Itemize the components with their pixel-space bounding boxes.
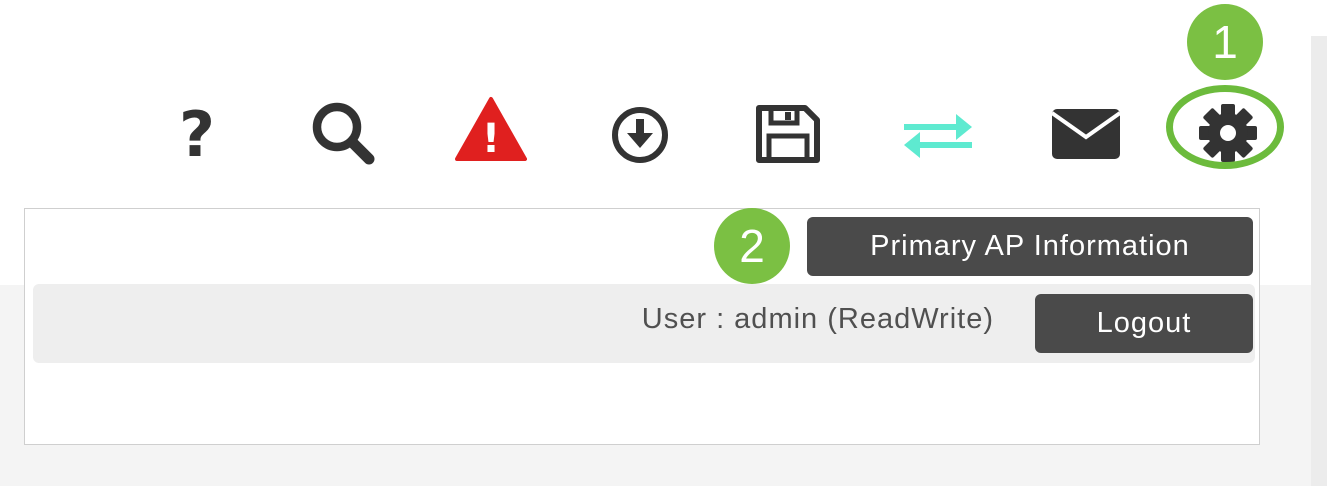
sync-icon[interactable] bbox=[900, 110, 976, 160]
search-icon[interactable] bbox=[308, 98, 378, 168]
alert-icon[interactable]: ! bbox=[455, 96, 527, 162]
help-icon[interactable]: ? bbox=[172, 100, 222, 164]
user-role-text: User : admin (ReadWrite) bbox=[641, 303, 994, 335]
svg-text:!: ! bbox=[482, 116, 500, 162]
step-2-callout: 2 bbox=[714, 208, 790, 284]
page-scrollbar[interactable] bbox=[1311, 36, 1327, 486]
gear-highlight-ring bbox=[1166, 85, 1284, 169]
mail-icon[interactable] bbox=[1050, 107, 1122, 161]
logout-button[interactable]: Logout bbox=[1035, 294, 1253, 353]
download-icon[interactable] bbox=[609, 104, 671, 166]
save-icon[interactable] bbox=[755, 104, 821, 164]
primary-ap-information-button[interactable]: Primary AP Information bbox=[807, 217, 1253, 276]
step-1-callout: 1 bbox=[1187, 4, 1263, 80]
svg-text:?: ? bbox=[179, 100, 215, 164]
